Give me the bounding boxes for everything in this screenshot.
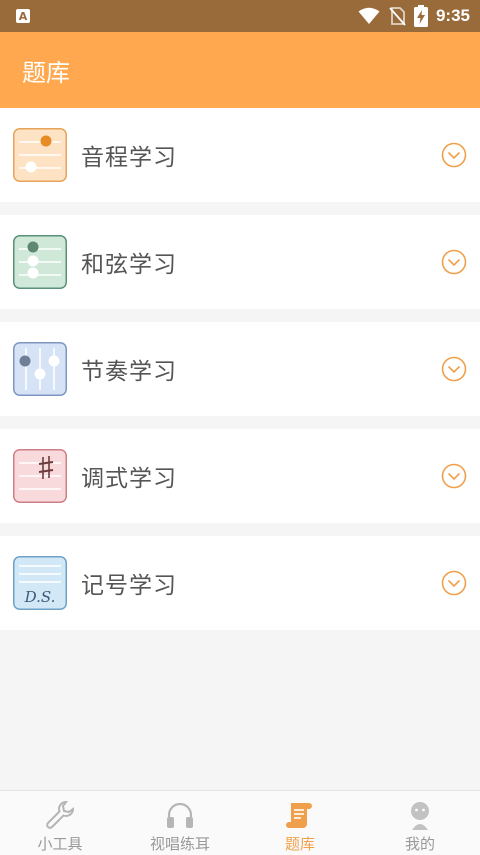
chevron-down-icon[interactable]	[441, 249, 467, 275]
app-bar: 题库	[0, 32, 480, 108]
tab-label: 我的	[404, 835, 435, 853]
category-item-interval[interactable]: 音程学习	[0, 108, 480, 202]
bottom-tab-bar: 小工具 视唱练耳 题库 我的	[0, 790, 480, 855]
category-label: 和弦学习	[81, 252, 177, 278]
category-item-chord[interactable]: 和弦学习	[0, 215, 480, 309]
status-bar: A 9:35	[0, 0, 480, 32]
wifi-icon	[358, 7, 380, 24]
tab-ear-training[interactable]: 视唱练耳	[120, 791, 240, 855]
interval-icon	[13, 128, 67, 182]
wrench-icon	[46, 800, 75, 829]
battery-charging-icon	[413, 5, 428, 27]
category-item-notation[interactable]: D.S. 记号学习	[0, 536, 480, 630]
category-item-rhythm[interactable]: 节奏学习	[0, 322, 480, 416]
rhythm-icon	[13, 342, 67, 396]
category-label: 节奏学习	[81, 359, 177, 385]
category-label: 调式学习	[81, 466, 177, 492]
chevron-down-icon[interactable]	[441, 142, 467, 168]
category-label: 记号学习	[81, 573, 177, 599]
tab-profile[interactable]: 我的	[360, 791, 480, 855]
notification-app-icon: A	[16, 9, 30, 23]
page-title: 题库	[22, 58, 70, 87]
no-sim-icon	[389, 7, 406, 26]
notation-icon-text: D.S.	[24, 588, 56, 606]
category-label: 音程学习	[81, 145, 177, 171]
tab-label: 题库	[284, 835, 315, 853]
mode-icon	[13, 449, 67, 503]
category-item-mode[interactable]: 调式学习	[0, 429, 480, 523]
chevron-down-icon[interactable]	[441, 356, 467, 382]
chord-icon	[13, 235, 67, 289]
headphones-icon	[167, 802, 193, 828]
chevron-down-icon[interactable]	[441, 463, 467, 489]
scroll-icon	[286, 803, 312, 828]
tab-label: 视唱练耳	[149, 835, 210, 853]
person-icon	[411, 802, 429, 830]
tab-label: 小工具	[37, 835, 83, 853]
chevron-down-icon[interactable]	[441, 570, 467, 596]
status-time: 9:35	[435, 6, 470, 25]
tab-question-bank[interactable]: 题库	[240, 791, 360, 855]
tab-tools[interactable]: 小工具	[0, 791, 120, 855]
notation-icon: D.S.	[13, 556, 67, 610]
